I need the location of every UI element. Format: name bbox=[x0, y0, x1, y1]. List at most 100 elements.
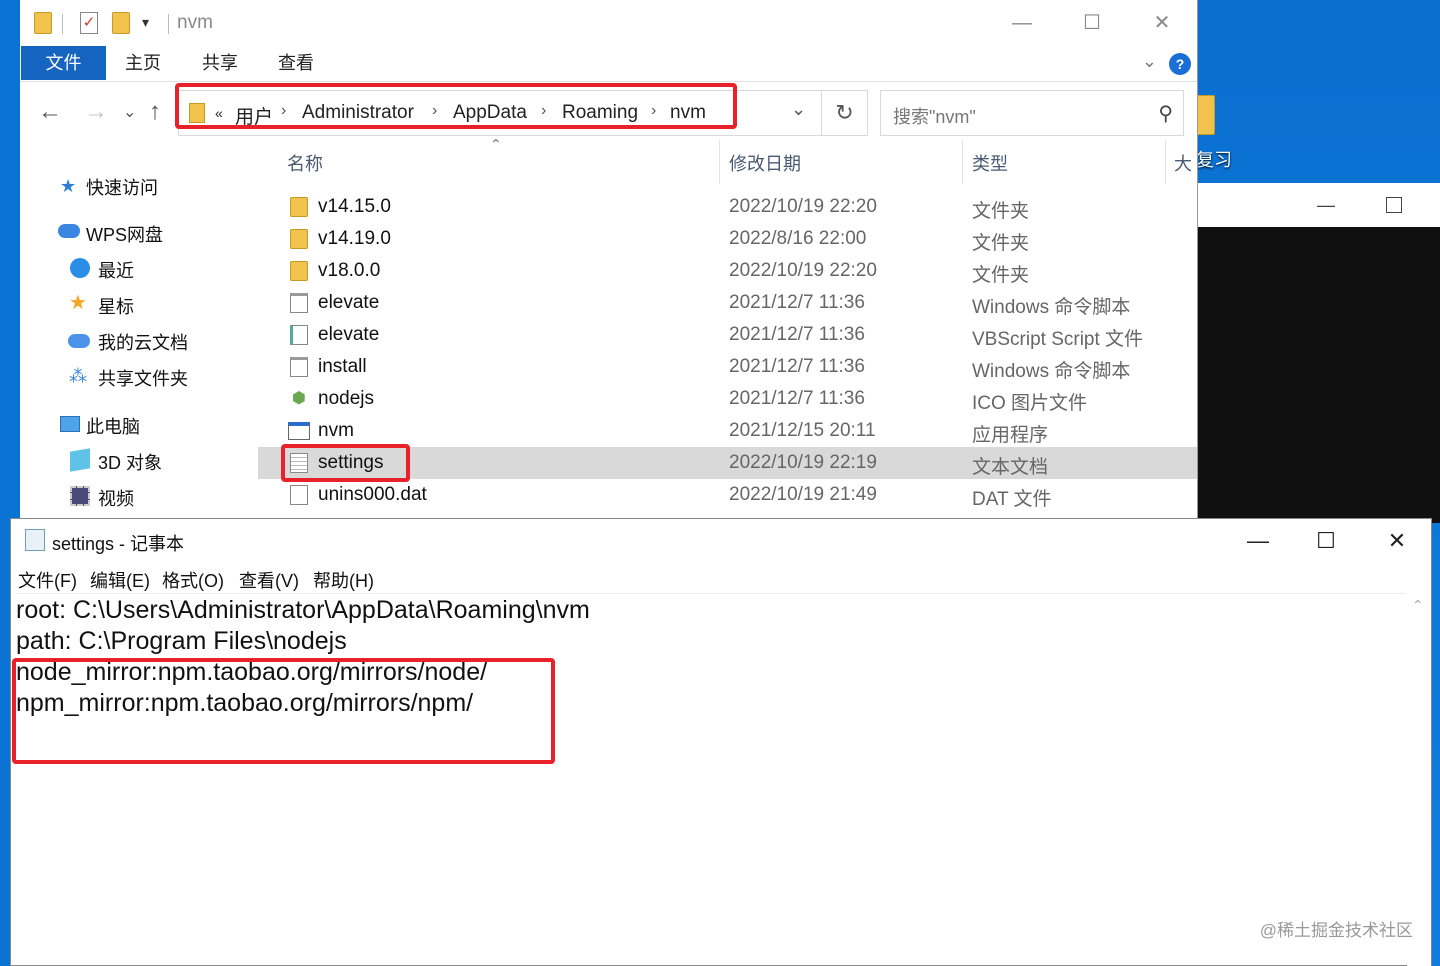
tab-share[interactable]: 共享 bbox=[202, 46, 238, 80]
file-name: elevate bbox=[318, 292, 380, 313]
vbscript-icon bbox=[290, 325, 308, 345]
column-divider[interactable] bbox=[1165, 140, 1166, 184]
file-type: ICO 图片文件 bbox=[972, 393, 1088, 414]
forward-arrow-icon[interactable]: → bbox=[84, 98, 108, 126]
help-icon[interactable]: ? bbox=[1169, 53, 1191, 75]
sidebar-item-quick-access[interactable]: 快速访问 bbox=[86, 174, 158, 200]
file-type: 文本文档 bbox=[972, 457, 1049, 478]
sidebar-item-recent[interactable]: 最近 bbox=[98, 257, 134, 283]
properties-icon[interactable]: ✓ bbox=[80, 12, 98, 34]
highlight-box-mirrors bbox=[12, 658, 555, 764]
navigation-pane: ★ 快速访问 WPS网盘 最近 ★ 星标 我的云文档 ⁂ 共享文件夹 此电脑 3… bbox=[20, 140, 258, 520]
file-type: 文件夹 bbox=[972, 233, 1030, 254]
sidebar-item-wps[interactable]: WPS网盘 bbox=[86, 221, 163, 247]
file-date: 2021/12/7 11:36 bbox=[729, 356, 865, 377]
file-date: 2021/12/7 11:36 bbox=[729, 324, 865, 345]
notepad-icon bbox=[25, 529, 45, 551]
menu-view[interactable]: 查看(V) bbox=[239, 567, 299, 593]
navigation-bar: ← → ⌄ ↑ « 用户 › Administrator › AppData ›… bbox=[20, 83, 1197, 140]
folder-icon bbox=[290, 261, 308, 281]
clock-icon bbox=[70, 258, 90, 278]
divider bbox=[168, 14, 169, 34]
table-row[interactable]: v14.19.0 2022/8/16 22:00 文件夹 bbox=[258, 223, 1197, 255]
script-icon bbox=[290, 293, 308, 313]
quick-access-dropdown-icon[interactable]: ▾ bbox=[142, 14, 149, 31]
tab-home[interactable]: 主页 bbox=[125, 46, 161, 80]
sidebar-item-shared-folder[interactable]: 共享文件夹 bbox=[98, 365, 188, 391]
cloud-doc-icon bbox=[68, 334, 90, 348]
table-row[interactable]: ⬢ nodejs 2021/12/7 11:36 ICO 图片文件 bbox=[258, 383, 1197, 415]
table-row[interactable]: v14.15.0 2022/10/19 22:20 文件夹 bbox=[258, 191, 1197, 223]
sidebar-item-my-cloud-docs[interactable]: 我的云文档 bbox=[98, 329, 188, 355]
computer-icon bbox=[60, 416, 80, 432]
file-type: 文件夹 bbox=[972, 265, 1030, 286]
column-divider[interactable] bbox=[719, 140, 720, 184]
vertical-scrollbar[interactable]: ⌃ bbox=[1407, 593, 1431, 966]
search-icon[interactable]: ⚲ bbox=[1158, 101, 1173, 126]
highlight-box-settings bbox=[281, 444, 410, 482]
background-window[interactable]: — bbox=[1196, 183, 1440, 523]
file-type: Windows 命令脚本 bbox=[972, 297, 1131, 318]
tab-file[interactable]: 文件 bbox=[21, 46, 106, 80]
minimize-icon[interactable]: — bbox=[1316, 195, 1336, 215]
table-row[interactable]: unins000.dat 2022/10/19 21:49 DAT 文件 bbox=[258, 479, 1197, 511]
refresh-button[interactable]: ↻ bbox=[822, 90, 868, 136]
share-icon: ⁂ bbox=[69, 366, 87, 386]
sidebar-item-3d-objects[interactable]: 3D 对象 bbox=[98, 449, 162, 475]
file-name: elevate bbox=[318, 324, 380, 345]
minimize-button[interactable]: — bbox=[1002, 8, 1042, 38]
table-row[interactable]: nvm 2021/12/15 20:11 应用程序 bbox=[258, 415, 1197, 447]
back-arrow-icon[interactable]: ← bbox=[38, 98, 62, 126]
file-date: 2021/12/7 11:36 bbox=[729, 388, 865, 409]
table-row[interactable]: elevate 2021/12/7 11:36 Windows 命令脚本 bbox=[258, 287, 1197, 319]
file-date: 2022/10/19 22:20 bbox=[729, 260, 877, 281]
file-date: 2021/12/15 20:11 bbox=[729, 420, 876, 441]
script-icon bbox=[290, 357, 308, 377]
new-folder-icon[interactable] bbox=[112, 12, 130, 34]
sidebar-item-this-pc[interactable]: 此电脑 bbox=[86, 413, 140, 439]
column-header-size[interactable]: 大 bbox=[1174, 150, 1192, 176]
up-arrow-icon[interactable]: ↑ bbox=[149, 98, 161, 126]
watermark: @稀土掘金技术社区 bbox=[1259, 921, 1413, 940]
chevron-down-icon[interactable]: ⌄ bbox=[1142, 51, 1157, 72]
minimize-button[interactable]: — bbox=[1235, 525, 1281, 557]
column-divider[interactable] bbox=[962, 140, 963, 184]
cube-3d-icon bbox=[70, 448, 90, 472]
menu-edit[interactable]: 编辑(E) bbox=[90, 567, 150, 593]
column-header-date[interactable]: 修改日期 bbox=[729, 150, 801, 176]
tab-view[interactable]: 查看 bbox=[278, 46, 314, 80]
menu-file[interactable]: 文件(F) bbox=[18, 567, 77, 593]
desktop-icon-label[interactable]: 复习 bbox=[1196, 146, 1232, 172]
ribbon-tabs: 文件 主页 共享 查看 ⌄ ? bbox=[20, 46, 1197, 82]
file-type: 应用程序 bbox=[972, 425, 1049, 446]
recent-locations-chevron-icon[interactable]: ⌄ bbox=[123, 102, 136, 122]
file-type: 文件夹 bbox=[972, 201, 1030, 222]
background-window-titlebar[interactable]: — bbox=[1196, 183, 1440, 227]
close-button[interactable]: ✕ bbox=[1374, 525, 1420, 557]
table-row[interactable]: elevate 2021/12/7 11:36 VBScript Script … bbox=[258, 319, 1197, 351]
notepad-window: settings - 记事本 — ☐ ✕ 文件(F) 编辑(E) 格式(O) 查… bbox=[10, 518, 1432, 966]
table-row[interactable]: v18.0.0 2022/10/19 22:20 文件夹 bbox=[258, 255, 1197, 287]
menu-format[interactable]: 格式(O) bbox=[162, 567, 224, 593]
maximize-button[interactable]: ☐ bbox=[1072, 8, 1112, 38]
sidebar-item-starred[interactable]: 星标 bbox=[98, 293, 134, 319]
close-button[interactable]: ✕ bbox=[1142, 8, 1182, 38]
desktop-folder-icon[interactable] bbox=[1195, 95, 1215, 135]
sort-ascending-icon: ⌃ bbox=[490, 136, 502, 152]
maximize-button[interactable]: ☐ bbox=[1303, 525, 1349, 557]
explorer-titlebar[interactable]: ✓ ▾ nvm — ☐ ✕ bbox=[20, 0, 1197, 46]
column-header-name[interactable]: 名称 bbox=[287, 150, 323, 176]
maximize-icon[interactable] bbox=[1386, 197, 1402, 213]
notepad-titlebar[interactable]: settings - 记事本 — ☐ ✕ bbox=[11, 519, 1431, 563]
text-editor[interactable]: root: C:\Users\Administrator\AppData\Roa… bbox=[12, 593, 1406, 963]
menu-help[interactable]: 帮助(H) bbox=[313, 567, 374, 593]
table-row[interactable]: install 2021/12/7 11:36 Windows 命令脚本 bbox=[258, 351, 1197, 383]
text-line: path: C:\Program Files\nodejs bbox=[16, 627, 347, 655]
file-date: 2022/10/19 22:20 bbox=[729, 196, 877, 217]
scroll-up-icon[interactable]: ⌃ bbox=[1412, 597, 1424, 614]
search-box[interactable]: 搜索"nvm" ⚲ bbox=[880, 90, 1184, 136]
column-header-type[interactable]: 类型 bbox=[972, 150, 1008, 176]
sidebar-item-videos[interactable]: 视频 bbox=[98, 485, 134, 511]
file-name: nodejs bbox=[318, 388, 374, 409]
address-dropdown-icon[interactable]: ⌄ bbox=[791, 99, 806, 120]
